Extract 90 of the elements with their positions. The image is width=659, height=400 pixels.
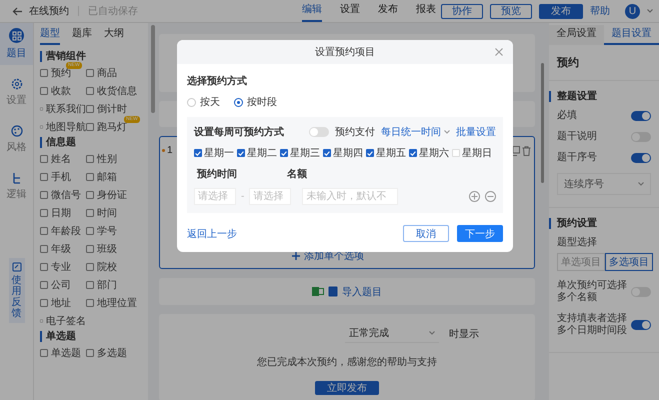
time-field[interactable]: 请选择 [249, 188, 292, 205]
rail-item[interactable]: 逻辑 [0, 167, 33, 206]
component-item[interactable]: 收款 [51, 84, 71, 98]
component-item[interactable]: 专业 [51, 260, 71, 274]
component-item[interactable]: 微信号 [51, 188, 81, 202]
palette-tab[interactable]: 题库 [72, 25, 92, 45]
palette-tab[interactable]: 大纲 [104, 25, 124, 45]
question-number: 1 [167, 145, 173, 156]
publish-now-button[interactable]: 立即发布 [315, 381, 379, 395]
component-item[interactable]: 日期 [51, 206, 71, 220]
day-label[interactable]: 星期六 [419, 146, 449, 160]
time-mode-dropdown[interactable]: 每日统一时间 [381, 125, 450, 139]
component-item[interactable]: 地图导航 [46, 120, 86, 134]
setting-label: 题型选择 [557, 237, 597, 249]
back-link[interactable]: 返回上一步 [187, 226, 237, 240]
settings-tab[interactable]: 全局设置 [549, 25, 604, 45]
help-link[interactable]: 帮助 [590, 4, 610, 18]
nav-tab[interactable]: 编辑 [302, 0, 322, 22]
component-item[interactable]: 联系我们 [46, 102, 86, 116]
numbering-select[interactable]: 连续序号 [557, 173, 651, 195]
palette-tab[interactable]: 题型 [40, 25, 60, 45]
component-item[interactable]: 跑马灯 [97, 120, 127, 134]
toolbar-button[interactable]: 协作 [441, 4, 483, 18]
dialog-title: 设置预约项目 [315, 46, 375, 59]
component-item[interactable]: 多选题 [97, 346, 127, 360]
quota-label: 名额 [287, 167, 307, 181]
setting-label: 题干说明 [557, 131, 597, 143]
pay-label: 预约支付 [335, 126, 375, 139]
rail-item[interactable]: 设置 [0, 73, 33, 112]
nav-tab[interactable]: 设置 [340, 0, 360, 22]
component-item[interactable]: 性别 [97, 152, 117, 166]
component-item[interactable]: 班级 [97, 242, 117, 256]
day-label[interactable]: 星期一 [204, 146, 234, 160]
component-item[interactable]: 地理位置 [97, 296, 137, 310]
component-item[interactable]: 院校 [97, 260, 117, 274]
component-item[interactable]: 商品 [97, 66, 117, 80]
range-separator: - [241, 191, 244, 202]
component-item[interactable]: 部门 [97, 278, 117, 292]
weekly-title: 设置每周可预约方式 [194, 125, 284, 139]
quota-field[interactable]: 未输入时，默认不 [302, 188, 398, 205]
cancel-button[interactable]: 取消 [403, 225, 449, 242]
component-item[interactable]: 年龄段 [51, 224, 81, 238]
setting-label: 必填 [557, 110, 577, 122]
day-label[interactable]: 星期三 [290, 146, 320, 160]
avatar[interactable]: U [625, 4, 640, 18]
component-item[interactable]: 年级 [51, 242, 71, 256]
end-message: 您已完成本次预约，感谢您的帮助与支持 [257, 356, 437, 369]
nav-tab[interactable]: 发布 [378, 0, 398, 22]
component-item[interactable]: 学号 [97, 224, 117, 238]
toolbar-button[interactable]: 预览 [490, 4, 532, 18]
component-item[interactable]: 单选题 [51, 346, 81, 360]
segment-option[interactable]: 多选项目 [605, 253, 653, 271]
import-link[interactable]: 导入题目 [342, 284, 382, 298]
section-title: 整题设置 [549, 91, 651, 102]
component-item[interactable]: 电子签名 [46, 314, 86, 328]
form-title: 在线预约 [29, 4, 69, 18]
setting-label: 支持填表者选择多个日期时间段 [557, 313, 627, 337]
setting-label: 题干序号 [557, 152, 597, 164]
mode-title: 选择预约方式 [187, 74, 248, 88]
radio-label[interactable]: 按天 [200, 95, 220, 109]
component-item[interactable]: 公司 [51, 278, 71, 292]
component-item[interactable]: 时间 [97, 206, 117, 220]
time-label: 预约时间 [196, 168, 238, 181]
day-label[interactable]: 星期二 [247, 146, 277, 160]
save-status: 已自动保存 [88, 5, 138, 18]
section-title: 预约设置 [549, 218, 651, 229]
day-label[interactable]: 星期五 [376, 146, 406, 160]
dropdown-suffix: 时显示 [449, 328, 479, 340]
component-item[interactable]: 邮箱 [97, 170, 117, 184]
component-item[interactable]: 倒计时 [97, 102, 127, 116]
next-button[interactable]: 下一步 [457, 225, 503, 242]
rail-item[interactable]: 风格 [0, 120, 33, 159]
setting-label: 单次预约可选择多个名额 [557, 280, 627, 304]
component-item[interactable]: 姓名 [51, 152, 71, 166]
day-label[interactable]: 星期四 [333, 146, 363, 160]
day-label[interactable]: 星期日 [462, 146, 492, 160]
component-item[interactable]: 收货信息 [97, 84, 137, 98]
status-dropdown[interactable]: 正常完成 [345, 324, 439, 343]
feedback-tab[interactable]: 使用反馈 [8, 258, 24, 323]
settings-tab[interactable]: 题目设置 [604, 25, 659, 45]
publish-button[interactable]: 发布 [539, 4, 583, 18]
time-field[interactable]: 请选择 [194, 188, 236, 205]
component-item[interactable]: 手机 [51, 170, 71, 184]
nav-tab[interactable]: 报表 [416, 0, 436, 22]
radio-label[interactable]: 按时段 [247, 95, 277, 109]
settings-title: 预约 [549, 45, 659, 81]
batch-link[interactable]: 批量设置 [456, 125, 496, 139]
component-item[interactable]: 身份证 [97, 188, 127, 202]
rail-item[interactable]: 题目 [0, 23, 33, 65]
component-item[interactable]: 地址 [51, 296, 71, 310]
